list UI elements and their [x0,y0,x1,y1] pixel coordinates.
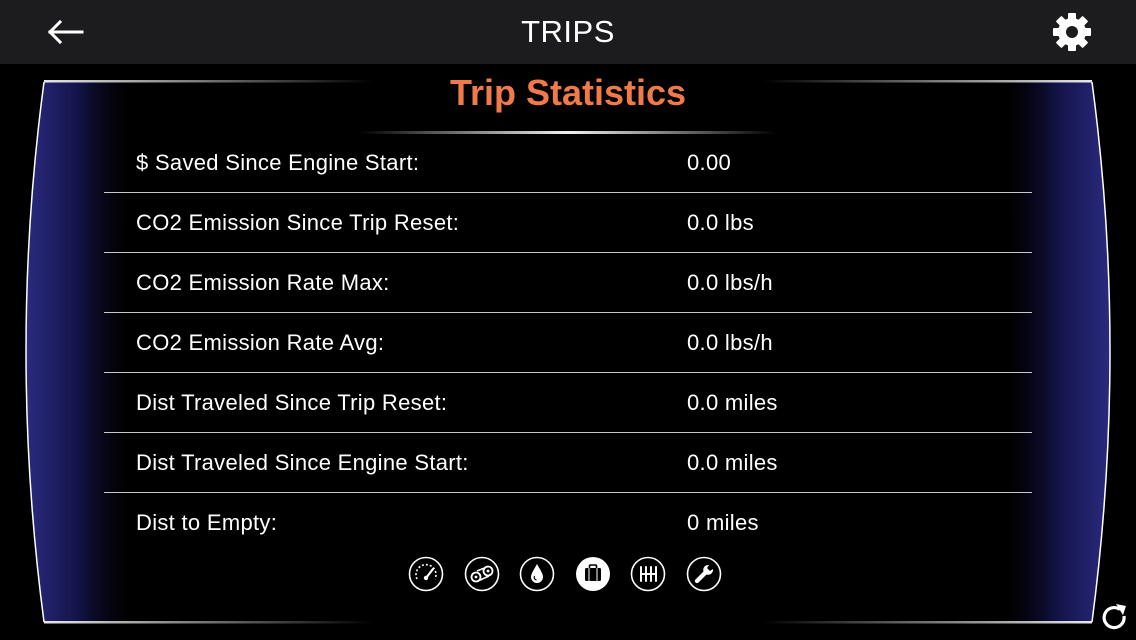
gear-shift-icon[interactable] [630,556,666,592]
stat-value: 0.0 lbs [687,210,754,235]
drivetrain-icon[interactable] [464,556,500,592]
stat-value: 0.0 miles [687,450,778,475]
stat-label: Dist Traveled Since Engine Start: [136,450,469,475]
stat-label: $ Saved Since Engine Start: [136,150,420,175]
settings-button[interactable] [1048,8,1096,56]
stat-label: Dist Traveled Since Trip Reset: [136,390,448,415]
top-bar: TRIPS [0,0,1136,64]
stat-row-dist-empty: Dist to Empty: 0 miles [104,493,1032,552]
stat-label: Dist to Empty: [136,510,278,535]
stat-row-co2-max: CO2 Emission Rate Max: 0.0 lbs/h [104,253,1032,313]
stat-row-co2-avg: CO2 Emission Rate Avg: 0.0 lbs/h [104,313,1032,373]
stat-row-dist-trip: Dist Traveled Since Trip Reset: 0.0 mile… [104,373,1032,433]
section-title: Trip Statistics [449,72,687,113]
gauge-icon[interactable] [408,556,444,592]
stat-value: 0 miles [687,510,759,535]
stat-label: CO2 Emission Rate Max: [136,270,390,295]
gear-icon [1053,13,1091,51]
stat-label: CO2 Emission Rate Avg: [136,330,385,355]
stat-row-saved: $ Saved Since Engine Start: 0.00 [104,133,1032,193]
stat-value: 0.0 lbs/h [687,270,773,295]
stat-value: 0.00 [687,150,732,175]
refresh-icon[interactable] [1096,600,1132,636]
stat-row-dist-engine: Dist Traveled Since Engine Start: 0.0 mi… [104,433,1032,493]
stat-label: CO2 Emission Since Trip Reset: [136,210,460,235]
stat-row-co2-trip: CO2 Emission Since Trip Reset: 0.0 lbs [104,193,1032,253]
wrench-icon[interactable] [686,556,722,592]
stat-value: 0.0 lbs/h [687,330,773,355]
stat-value: 0.0 miles [687,390,778,415]
page-selector [408,556,728,594]
page-title: TRIPS [521,14,615,49]
fuel-drop-icon[interactable] [519,556,555,592]
stats-table: $ Saved Since Engine Start: 0.00 CO2 Emi… [104,133,1032,552]
suitcase-icon[interactable] [575,556,611,592]
